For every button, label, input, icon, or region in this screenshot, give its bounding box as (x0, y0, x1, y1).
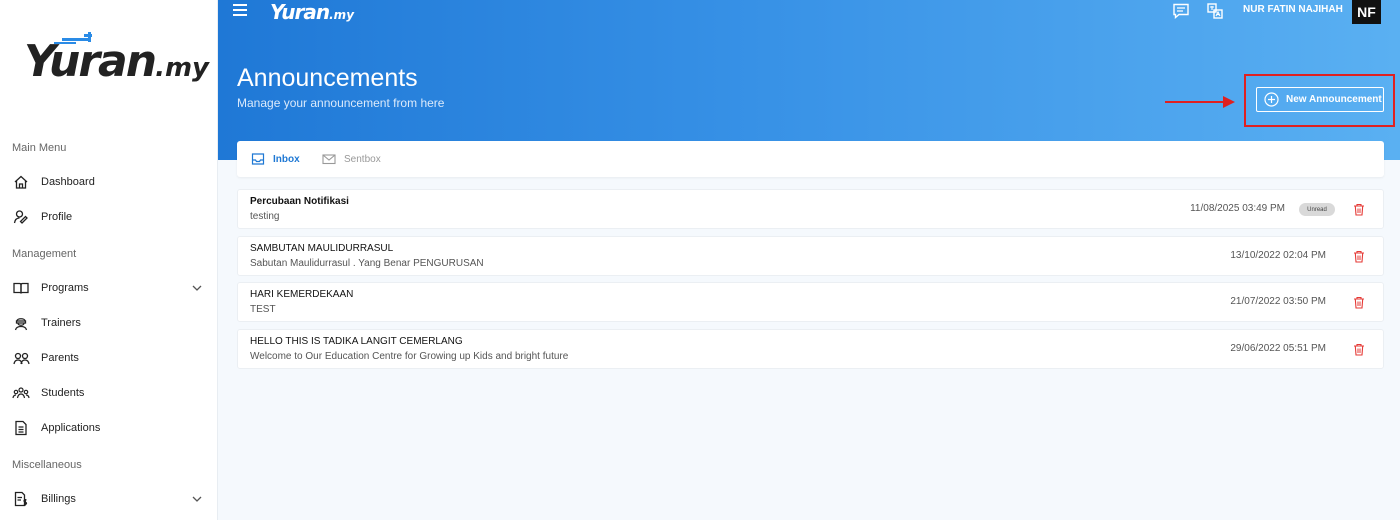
sidebar-item-billings[interactable]: Billings (0, 484, 218, 514)
new-announcement-label: New Announcement (1286, 94, 1382, 105)
delete-icon[interactable] (1353, 250, 1365, 263)
announcement-body: Sabutan Maulidurrasul . Yang Benar PENGU… (250, 258, 484, 269)
sidebar-item-programs[interactable]: Programs (0, 273, 218, 303)
translate-icon[interactable] (1206, 2, 1224, 20)
user-name[interactable]: NUR FATIN NAJIHAH (1243, 4, 1343, 15)
announcement-title: HELLO THIS IS TADIKA LANGIT CEMERLANG (250, 336, 463, 347)
book-icon (12, 279, 30, 297)
sidebar-item-label: Billings (41, 493, 76, 505)
mail-icon (322, 154, 336, 165)
chevron-down-icon[interactable] (190, 281, 204, 295)
tab-sentbox[interactable]: Sentbox (322, 141, 381, 177)
announcement-row[interactable]: HELLO THIS IS TADIKA LANGIT CEMERLANG We… (237, 329, 1384, 369)
brand-logo-text: Yuran.my (24, 36, 209, 87)
section-miscellaneous: Miscellaneous (12, 459, 82, 471)
tab-inbox[interactable]: Inbox (251, 141, 300, 177)
menu-toggle-icon[interactable] (233, 4, 247, 16)
announcement-title: SAMBUTAN MAULIDURRASUL (250, 243, 394, 254)
delete-icon[interactable] (1353, 296, 1365, 309)
home-icon (12, 173, 30, 191)
announcement-date: 29/06/2022 05:51 PM (1230, 343, 1326, 354)
sidebar-item-dashboard[interactable]: Dashboard (0, 167, 218, 197)
chat-icon[interactable] (1172, 2, 1190, 20)
announcement-body: TEST (250, 304, 276, 315)
group-icon (12, 384, 30, 402)
logo-tld-text: .my (155, 53, 209, 83)
announcement-title: HARI KEMERDEKAAN (250, 289, 354, 300)
announcement-row[interactable]: SAMBUTAN MAULIDURRASUL Sabutan Maulidurr… (237, 236, 1384, 276)
sidebar-item-label: Profile (41, 211, 73, 223)
sidebar: Yuran.my Main Menu Dashboard Profile Man… (0, 0, 218, 520)
document-icon (12, 419, 30, 437)
page-header: Yuran.my NUR FATIN NAJIHAH NF Announceme… (218, 0, 1400, 160)
inbox-icon (251, 153, 265, 165)
sidebar-item-label: Dashboard (41, 176, 95, 188)
sidebar-item-label: Trainers (41, 317, 81, 329)
header-logo-main: Yuran (270, 0, 330, 24)
announcement-date: 11/08/2025 03:49 PM (1190, 203, 1285, 214)
users-icon (12, 349, 30, 367)
announcement-date: 13/10/2022 02:04 PM (1230, 250, 1326, 261)
page-subtitle: Manage your announcement from here (237, 96, 445, 110)
billing-icon (12, 490, 30, 508)
sidebar-item-label: Programs (41, 282, 89, 294)
user-edit-icon (12, 208, 30, 226)
annotation-arrow-icon (1165, 96, 1235, 108)
new-announcement-button[interactable]: New Announcement (1256, 87, 1384, 112)
sidebar-item-parents[interactable]: Parents (0, 343, 218, 373)
delete-icon[interactable] (1353, 343, 1365, 356)
page-title: Announcements (237, 64, 418, 92)
unread-badge: Unread (1299, 203, 1335, 216)
brand-logo[interactable]: Yuran.my (22, 32, 209, 92)
chevron-down-icon[interactable] (190, 492, 204, 506)
announcement-row[interactable]: Percubaan Notifikasi testing 11/08/2025 … (237, 189, 1384, 229)
logo-main-text: Yuran (24, 36, 157, 87)
trainer-icon (12, 314, 30, 332)
sidebar-item-label: Parents (41, 352, 79, 364)
announcement-title: Percubaan Notifikasi (250, 196, 349, 207)
announcement-body: Welcome to Our Education Centre for Grow… (250, 351, 569, 362)
sidebar-item-students[interactable]: Students (0, 378, 218, 408)
header-logo[interactable]: Yuran.my (270, 0, 354, 24)
announcement-tabs: Inbox Sentbox (237, 141, 1384, 177)
delete-icon[interactable] (1353, 203, 1365, 216)
announcement-row[interactable]: HARI KEMERDEKAAN TEST 21/07/2022 03:50 P… (237, 282, 1384, 322)
sidebar-item-profile[interactable]: Profile (0, 202, 218, 232)
tab-label: Inbox (273, 153, 300, 165)
sidebar-item-label: Students (41, 387, 85, 399)
sidebar-item-trainers[interactable]: Trainers (0, 308, 218, 338)
add-circle-icon (1264, 92, 1279, 107)
tab-label: Sentbox (344, 153, 381, 165)
section-management: Management (12, 248, 77, 260)
announcement-date: 21/07/2022 03:50 PM (1230, 296, 1326, 307)
header-logo-tld: .my (329, 8, 355, 22)
sidebar-item-label: Applications (41, 422, 101, 434)
avatar[interactable]: NF (1352, 0, 1381, 24)
announcement-body: testing (250, 211, 280, 222)
sidebar-item-applications[interactable]: Applications (0, 413, 218, 443)
section-main-menu: Main Menu (12, 142, 67, 154)
